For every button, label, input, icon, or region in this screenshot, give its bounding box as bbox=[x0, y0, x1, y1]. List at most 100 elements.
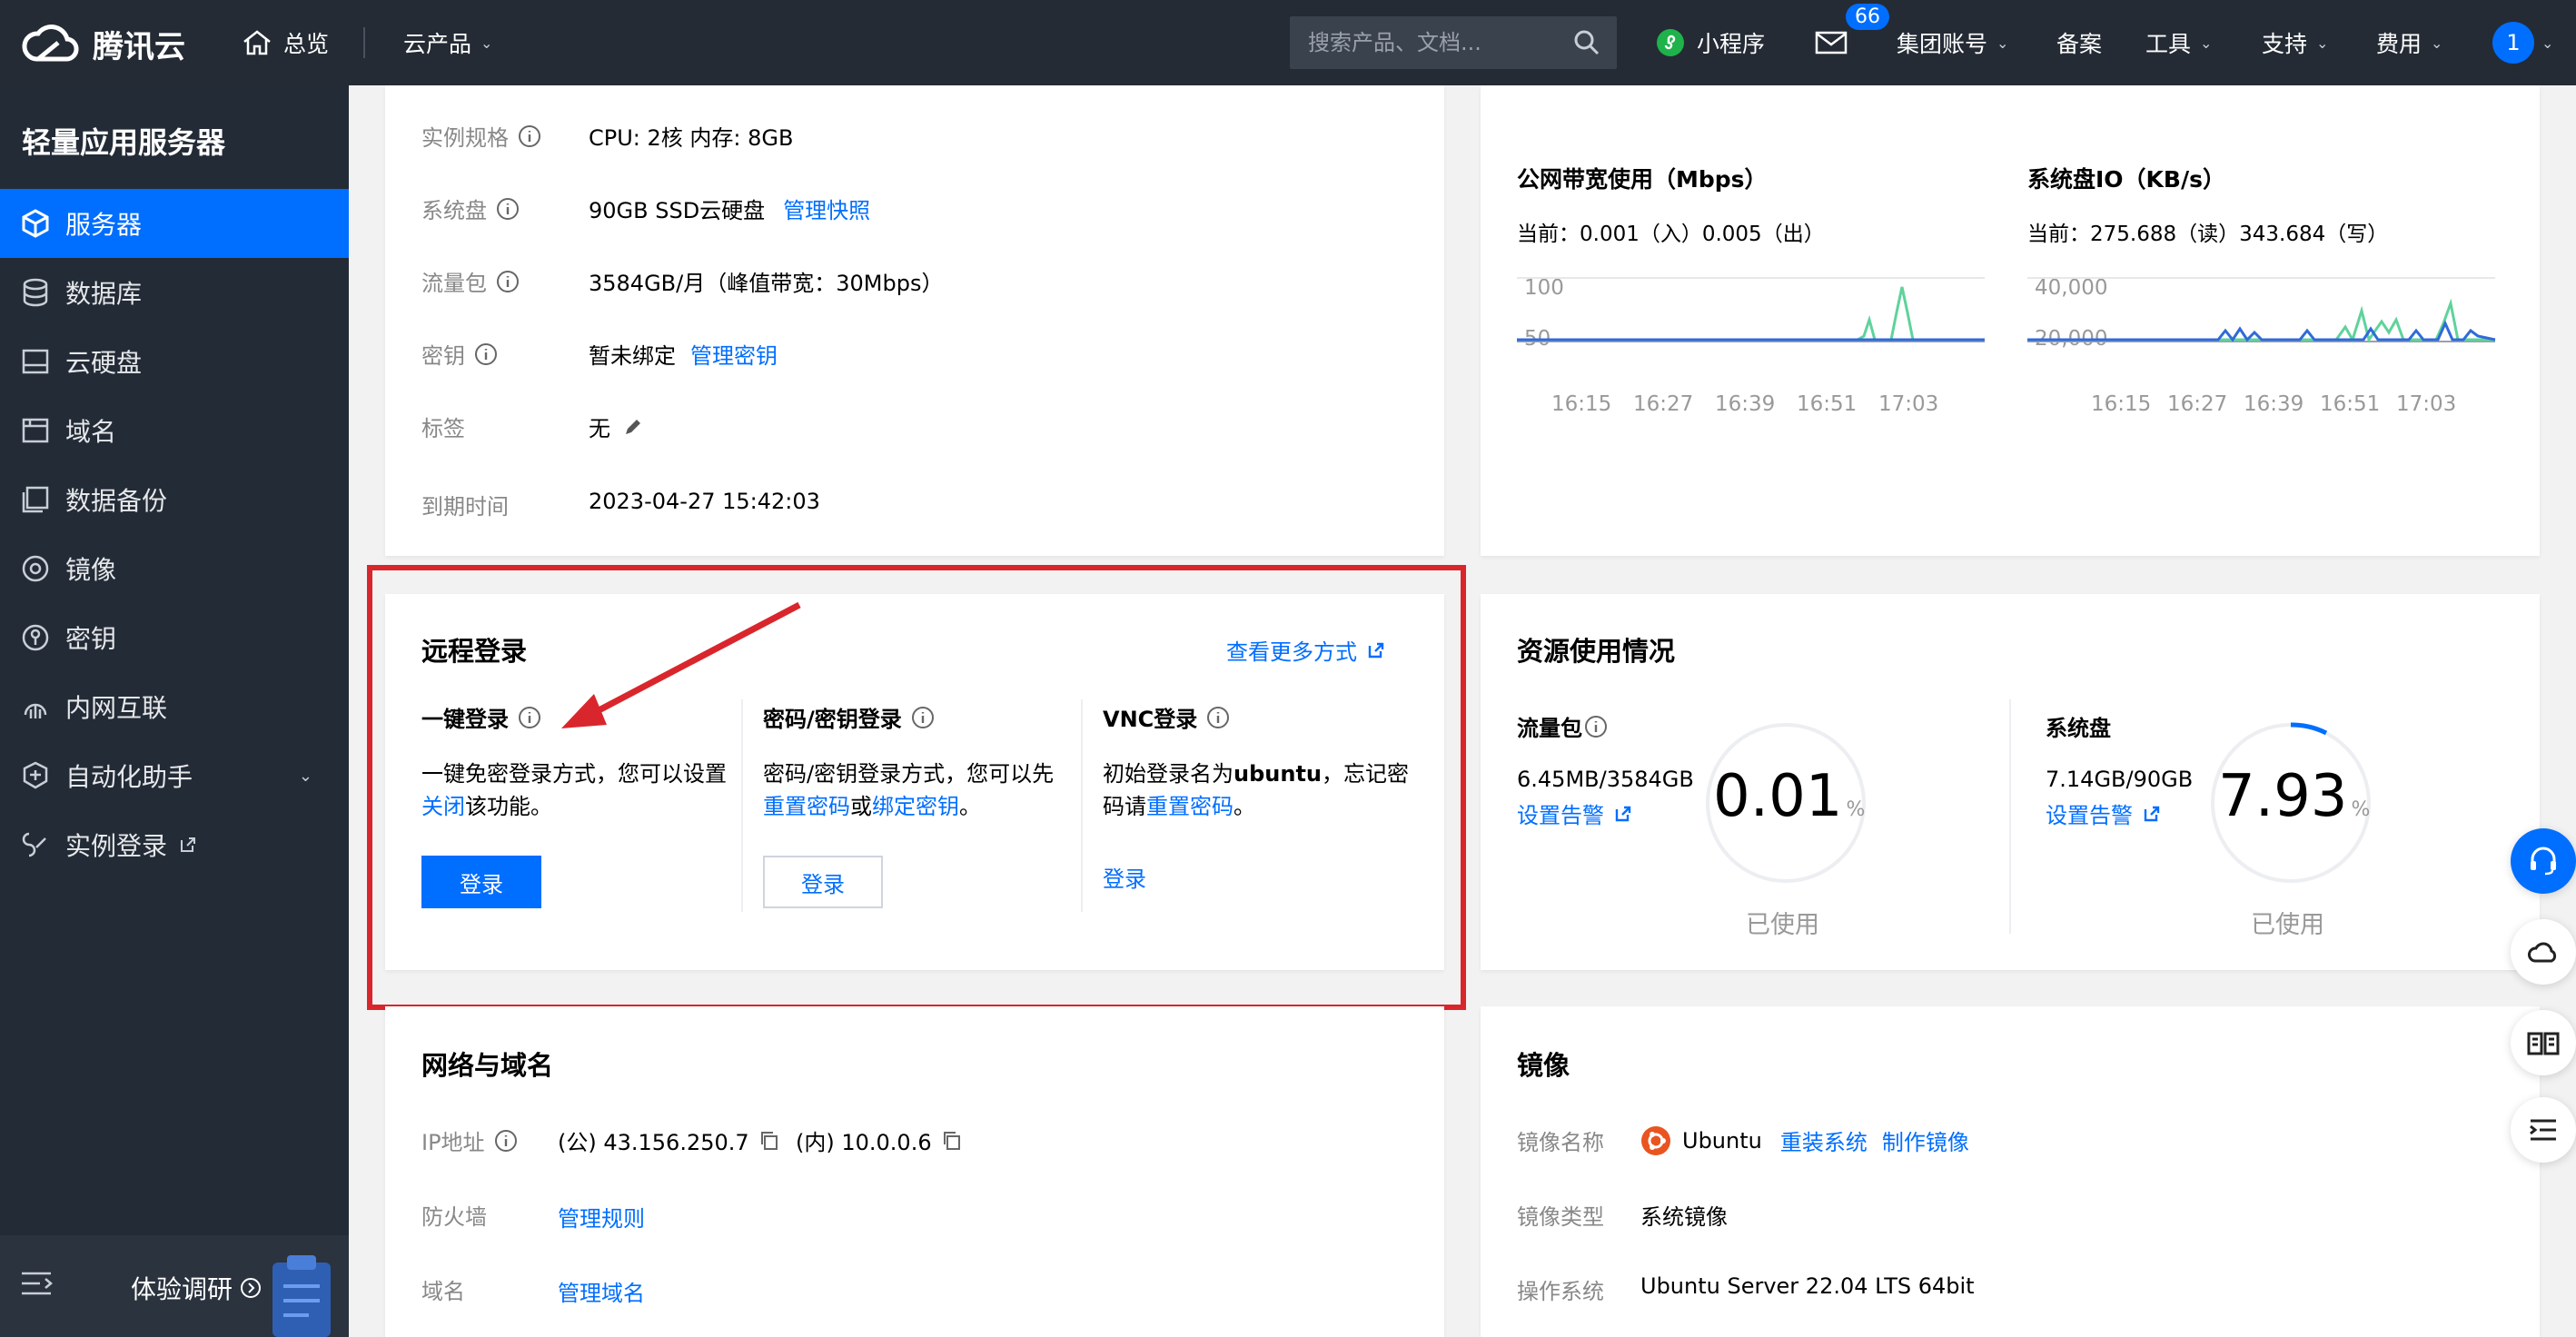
alert-label: 设置告警 bbox=[1517, 803, 1604, 828]
billing-label: 费用 bbox=[2376, 31, 2422, 57]
arrow-circle-icon bbox=[241, 1278, 262, 1298]
disk-label-text: 系统盘 bbox=[421, 198, 487, 223]
vnc-reset-password-link[interactable]: 重置密码 bbox=[1146, 794, 1234, 819]
info-icon[interactable] bbox=[496, 270, 520, 293]
traffic-value: 3584GB/月（峰值带宽：30Mbps） bbox=[589, 271, 944, 296]
info-icon[interactable] bbox=[518, 706, 541, 729]
search-input[interactable] bbox=[1308, 30, 1562, 55]
one-click-login-button[interactable]: 登录 bbox=[421, 856, 541, 908]
info-icon[interactable] bbox=[494, 1129, 518, 1153]
miniprogram-link[interactable]: 小程序 bbox=[1655, 0, 1765, 85]
group-account-label: 集团账号 bbox=[1897, 31, 1988, 57]
bind-key-link[interactable]: 绑定密钥 bbox=[872, 794, 959, 819]
image-type-value: 系统镜像 bbox=[1640, 1204, 1728, 1230]
manage-domain-link[interactable]: 管理域名 bbox=[558, 1275, 645, 1307]
sidebar-item-database[interactable]: 数据库 bbox=[0, 258, 349, 327]
create-image-link[interactable]: 制作镜像 bbox=[1882, 1124, 1969, 1156]
sidebar-item-backup[interactable]: 数据备份 bbox=[0, 465, 349, 534]
products-label: 云产品 bbox=[403, 31, 472, 57]
info-icon[interactable] bbox=[474, 342, 498, 366]
manage-firewall-link[interactable]: 管理规则 bbox=[558, 1201, 645, 1233]
sidebar-item-label: 云硬盘 bbox=[65, 348, 143, 378]
traffic-alert-link[interactable]: 设置告警 bbox=[1517, 797, 1633, 829]
disk-usage-value: 7.14GB/90GB bbox=[2046, 767, 2194, 792]
top-bar: 腾讯云 总览 云产品⌄ 小程序 66 集团账号⌄ 备案 工具⌄ 支持⌄ 费用⌄ … bbox=[0, 0, 2576, 85]
info-icon[interactable] bbox=[496, 197, 520, 221]
manage-key-link[interactable]: 管理密钥 bbox=[690, 338, 778, 370]
firewall-label: 防火墙 bbox=[421, 1204, 487, 1230]
products-menu[interactable]: 云产品 ⌄ bbox=[403, 0, 492, 85]
domain-icon bbox=[22, 418, 49, 443]
disk-alert-link[interactable]: 设置告警 bbox=[2046, 797, 2162, 829]
avatar[interactable]: 1 bbox=[2492, 22, 2534, 64]
sidebar-item-label: 内网互联 bbox=[65, 693, 168, 723]
miniprogram-icon bbox=[1657, 29, 1684, 56]
sidebar-title: 轻量应用服务器 bbox=[22, 125, 226, 160]
desc-text: 或 bbox=[850, 794, 872, 819]
bandwidth-current-value: 0.001（入）0.005（出） bbox=[1580, 223, 1825, 246]
bandwidth-chart[interactable] bbox=[1517, 276, 1989, 349]
more-methods-label: 查看更多方式 bbox=[1226, 639, 1357, 665]
docs-button[interactable] bbox=[2511, 1010, 2576, 1075]
x-tick-label: 16:39 bbox=[2244, 392, 2304, 416]
image-card: 镜像 镜像名称 Ubuntu 重装系统 制作镜像 镜像类型 系统镜像 操作系统 … bbox=[1481, 1006, 2540, 1337]
copy-icon[interactable] bbox=[941, 1130, 963, 1152]
sidebar-item-automation[interactable]: 自动化助手 ⌄ bbox=[0, 741, 349, 810]
manage-snapshot-link[interactable]: 管理快照 bbox=[783, 193, 870, 224]
info-icon[interactable] bbox=[1584, 715, 1608, 738]
column-divider bbox=[1081, 699, 1083, 912]
sidebar-item-image[interactable]: 镜像 bbox=[0, 534, 349, 603]
reset-password-link[interactable]: 重置密码 bbox=[763, 794, 850, 819]
group-account-menu[interactable]: 集团账号 ⌄ bbox=[1897, 0, 2008, 85]
overview-link[interactable]: 总览 bbox=[242, 0, 329, 85]
cube-icon bbox=[22, 209, 49, 238]
chevron-down-icon: ⌄ bbox=[2431, 34, 2443, 52]
public-ip: (公) 43.156.250.7 bbox=[558, 1124, 780, 1156]
desc-text: 初始登录名为 bbox=[1103, 761, 1234, 787]
expire-value: 2023-04-27 15:42:03 bbox=[589, 489, 820, 514]
info-icon[interactable] bbox=[1206, 706, 1230, 729]
sidebar-item-instance-login[interactable]: 实例登录 bbox=[0, 810, 349, 879]
more-methods-link[interactable]: 查看更多方式 bbox=[1226, 634, 1386, 666]
tag-value: 无 bbox=[589, 411, 645, 442]
sidebar-item-label: 镜像 bbox=[65, 555, 117, 585]
menu-list-button[interactable] bbox=[2511, 1097, 2576, 1163]
remote-login-title: 远程登录 bbox=[421, 636, 528, 667]
edit-pencil-icon[interactable] bbox=[621, 415, 645, 439]
sidebar-item-cloud-disk[interactable]: 云硬盘 bbox=[0, 327, 349, 396]
customer-service-button[interactable] bbox=[2511, 828, 2576, 894]
billing-menu[interactable]: 费用 ⌄ bbox=[2376, 0, 2442, 85]
account-menu-toggle[interactable]: ⌄ bbox=[2541, 0, 2553, 85]
mail-icon bbox=[1815, 31, 1848, 54]
sidebar-item-domain[interactable]: 域名 bbox=[0, 396, 349, 465]
password-login-button[interactable]: 登录 bbox=[763, 856, 883, 908]
image-name-value: Ubuntu 重装系统 制作镜像 bbox=[1640, 1124, 1969, 1156]
collapse-menu-icon[interactable] bbox=[20, 1270, 53, 1297]
resource-title: 资源使用情况 bbox=[1517, 636, 1676, 667]
info-icon[interactable] bbox=[911, 706, 935, 729]
disable-one-click-link[interactable]: 关闭 bbox=[421, 794, 465, 819]
survey-link[interactable]: 体验调研 bbox=[131, 1270, 262, 1306]
sidebar-item-key[interactable]: 密钥 bbox=[0, 603, 349, 672]
sidebar-item-intranet[interactable]: 内网互联 bbox=[0, 672, 349, 741]
sidebar-item-servers[interactable]: 服务器 bbox=[0, 189, 349, 258]
disk-io-current: 当前：275.688（读）343.684（写） bbox=[2027, 216, 2388, 247]
disk-io-chart[interactable] bbox=[2027, 276, 2500, 349]
login-icon bbox=[22, 832, 46, 857]
cloud-assistant-button[interactable] bbox=[2511, 919, 2576, 985]
image-name-text: Ubuntu bbox=[1682, 1127, 1762, 1154]
search-icon[interactable] bbox=[1573, 29, 1600, 56]
info-icon[interactable] bbox=[518, 124, 541, 148]
copy-icon[interactable] bbox=[758, 1130, 780, 1152]
search-box[interactable] bbox=[1290, 16, 1617, 69]
instance-info-card: 实例规格 CPU: 2核 内存: 8GB 系统盘 90GB SSD云硬盘 管理快照… bbox=[385, 85, 1444, 556]
vnc-login-link[interactable]: 登录 bbox=[1103, 861, 1146, 893]
tools-menu[interactable]: 工具 ⌄ bbox=[2145, 0, 2212, 85]
filing-link[interactable]: 备案 bbox=[2056, 0, 2102, 85]
reinstall-system-link[interactable]: 重装系统 bbox=[1780, 1124, 1868, 1156]
external-link-icon bbox=[1615, 806, 1631, 821]
automation-icon bbox=[23, 761, 48, 789]
support-menu[interactable]: 支持 ⌄ bbox=[2262, 0, 2328, 85]
spec-value: CPU: 2核 内存: 8GB bbox=[589, 125, 794, 151]
disk-usage-label: 系统盘 bbox=[2046, 716, 2111, 741]
